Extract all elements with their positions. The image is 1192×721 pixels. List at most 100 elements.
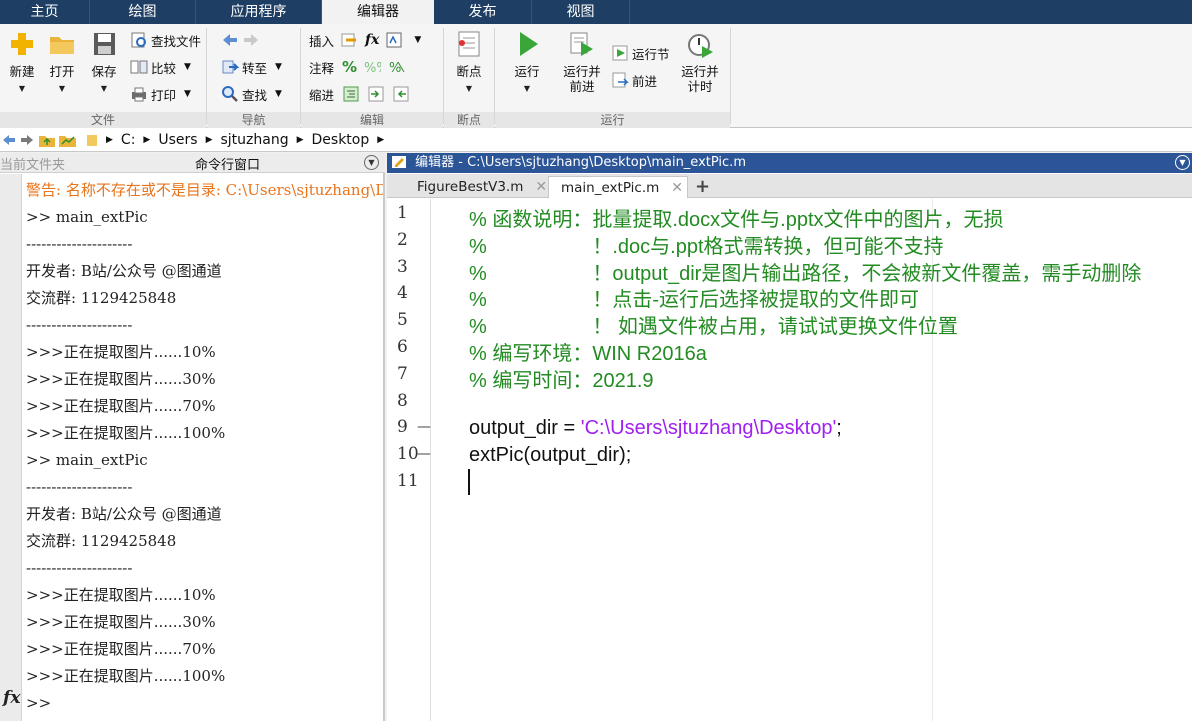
compare-button[interactable]: 比较 ▼	[130, 56, 191, 78]
output-line: 交流群: 1129425848	[26, 289, 177, 307]
output-line: 开发者: B站/公众号 @图通道	[26, 262, 222, 280]
save-button[interactable]: 保存 ▼	[82, 30, 126, 96]
chevron-down-icon: ▼	[100, 84, 108, 93]
chevron-down-icon: ▼	[184, 62, 191, 72]
goto-icon	[222, 60, 239, 74]
tab-main-extpic[interactable]: main_extPic.m ✕	[548, 176, 688, 198]
chevron-down-icon: ▼	[184, 89, 191, 99]
tab-editor[interactable]: 编辑器	[322, 0, 434, 24]
code-editor[interactable]: % 函数说明：批量提取.docx文件与.pptx文件中的图片，无损 % ！.doc…	[469, 199, 1192, 721]
increase-indent-icon[interactable]	[367, 85, 385, 103]
advance-icon	[612, 72, 629, 88]
comment-icon[interactable]: %%	[363, 58, 381, 76]
printer-icon	[132, 87, 146, 102]
chevron-down-icon: ▼	[275, 89, 282, 99]
run-section-button[interactable]: 运行节	[611, 42, 670, 64]
back-forward-buttons[interactable]	[221, 29, 263, 51]
line-number: 5	[397, 310, 408, 331]
command-prompt[interactable]: >>	[26, 690, 383, 717]
tab-plots[interactable]: 绘图	[90, 0, 196, 24]
edit-group-label: 编辑	[301, 112, 443, 128]
code-line: % 编写时间：2021.9	[469, 369, 654, 392]
navigate-group-label: 导航	[207, 112, 300, 128]
output-line: >>>正在提取图片......10%	[26, 343, 216, 361]
close-icon[interactable]: ✕	[535, 179, 547, 195]
new-tab-button[interactable]: +	[689, 176, 715, 198]
file-group-label: 文件	[0, 112, 206, 128]
editor-actions-icon[interactable]: ▼	[1175, 155, 1190, 170]
output-line: >> main_extPic	[26, 208, 148, 226]
code-line: % ！点击-运行后选择被提取的文件即可	[469, 289, 920, 312]
run-group: 运行 ▼ 运行并 前进 运行节 前进 运行并 计时 运行	[495, 24, 730, 128]
find-button[interactable]: 查找 ▼	[221, 83, 282, 105]
browse-folder-icon[interactable]	[58, 132, 78, 148]
run-and-advance-button[interactable]: 运行并 前进	[560, 30, 604, 94]
address-bar: ▶ C: ▶ Users ▶ sjtuzhang ▶ Desktop ▶	[0, 128, 1192, 152]
command-window-panel: 当前文件夹 命令行窗口 ▼ 警告: 名称不存在或不是目录: C:\Users\s…	[0, 153, 385, 721]
path-segment-user[interactable]: sjtuzhang	[220, 132, 288, 148]
chevron-down-icon: ▼	[58, 84, 66, 93]
breakpoints-group-label: 断点	[444, 112, 494, 128]
output-line: >>>正在提取图片......10%	[26, 586, 216, 604]
editor-title-bar: 编辑器 - C:\Users\sjtuzhang\Desktop\main_ex…	[387, 153, 1192, 173]
insert-button[interactable]: 插入 fx ▼	[309, 29, 421, 51]
panel-actions-icon[interactable]: ▼	[364, 155, 379, 170]
tab-figurebestv3[interactable]: FigureBestV3.m ✕	[405, 176, 547, 198]
back-arrow-icon[interactable]	[2, 133, 16, 147]
path-segment-drive[interactable]: C:	[121, 132, 136, 148]
editor-panel: 编辑器 - C:\Users\sjtuzhang\Desktop\main_ex…	[387, 153, 1192, 721]
code-line: % 编写环境：WIN R2016a	[469, 343, 707, 365]
chevron-down-icon: ▼	[523, 84, 531, 93]
breakpoint-marker[interactable]: —	[417, 419, 431, 435]
run-group-label: 运行	[495, 112, 730, 128]
percent-icon[interactable]: %	[342, 58, 357, 76]
navigate-group: 转至 ▼ 查找 ▼ 导航	[207, 24, 300, 128]
open-button[interactable]: 打开 ▼	[40, 30, 84, 96]
find-files-button[interactable]: 查找文件	[130, 29, 201, 51]
run-and-time-button[interactable]: 运行并 计时	[678, 30, 722, 94]
function-browser-icon[interactable]	[385, 31, 403, 49]
editor-tabs: FigureBestV3.m ✕ main_extPic.m ✕ +	[387, 174, 1192, 198]
function-browser-icon[interactable]: fx	[3, 688, 20, 708]
command-window-tab[interactable]: 命令行窗口	[195, 154, 260, 173]
tab-publish[interactable]: 发布	[434, 0, 532, 24]
path-segment-desktop[interactable]: Desktop	[312, 132, 370, 148]
path-segment-users[interactable]: Users	[158, 132, 197, 148]
path-separator-icon: ▶	[377, 134, 385, 145]
breakpoints-icon	[458, 31, 480, 57]
print-button[interactable]: 打印 ▼	[130, 83, 191, 105]
insert-icon	[341, 33, 357, 47]
breakpoints-button[interactable]: 断点 ▼	[447, 30, 491, 96]
chevron-down-icon: ▼	[275, 62, 282, 72]
toolstrip-tabs: 主页 绘图 应用程序 编辑器 发布 视图	[0, 0, 1192, 24]
breakpoint-marker[interactable]: —	[417, 446, 431, 462]
editor-icon	[392, 156, 406, 168]
command-output[interactable]: 警告: 名称不存在或不是目录: C:\Users\sjtuzhang\Deskt…	[26, 177, 383, 717]
tab-home[interactable]: 主页	[0, 0, 90, 24]
line-number: 1	[397, 203, 408, 223]
fx-icon[interactable]: fx	[365, 32, 379, 48]
close-icon[interactable]: ✕	[671, 180, 683, 196]
tab-view[interactable]: 视图	[532, 0, 630, 24]
folder-icon	[87, 134, 97, 146]
decrease-indent-icon[interactable]	[392, 85, 410, 103]
current-folder-tab[interactable]: 当前文件夹	[0, 154, 65, 173]
file-group: 新建 ▼ 打开 ▼ 保存 ▼ 查找文件 比较 ▼ 打印 ▼ 文件	[0, 24, 206, 128]
output-line: >>>正在提取图片......100%	[26, 424, 226, 442]
run-section-icon	[612, 45, 628, 61]
smart-indent-icon[interactable]	[342, 85, 360, 103]
new-button[interactable]: 新建 ▼	[0, 30, 44, 96]
code-line: % ！.doc与.ppt格式需转换，但可能不支持	[469, 235, 944, 258]
path-separator-icon: ▶	[296, 134, 304, 145]
run-button[interactable]: 运行 ▼	[505, 30, 549, 96]
indent-button[interactable]: 缩进	[309, 83, 413, 105]
forward-arrow-icon[interactable]	[20, 133, 34, 147]
up-folder-icon[interactable]	[38, 132, 56, 148]
compare-icon	[130, 60, 148, 74]
uncomment-icon[interactable]: %	[388, 58, 406, 76]
goto-button[interactable]: 转至 ▼	[221, 56, 282, 78]
output-line: >>>正在提取图片......70%	[26, 640, 216, 658]
tab-apps[interactable]: 应用程序	[196, 0, 322, 24]
comment-button[interactable]: 注释 % %% %	[309, 56, 409, 78]
advance-button[interactable]: 前进	[611, 69, 657, 91]
